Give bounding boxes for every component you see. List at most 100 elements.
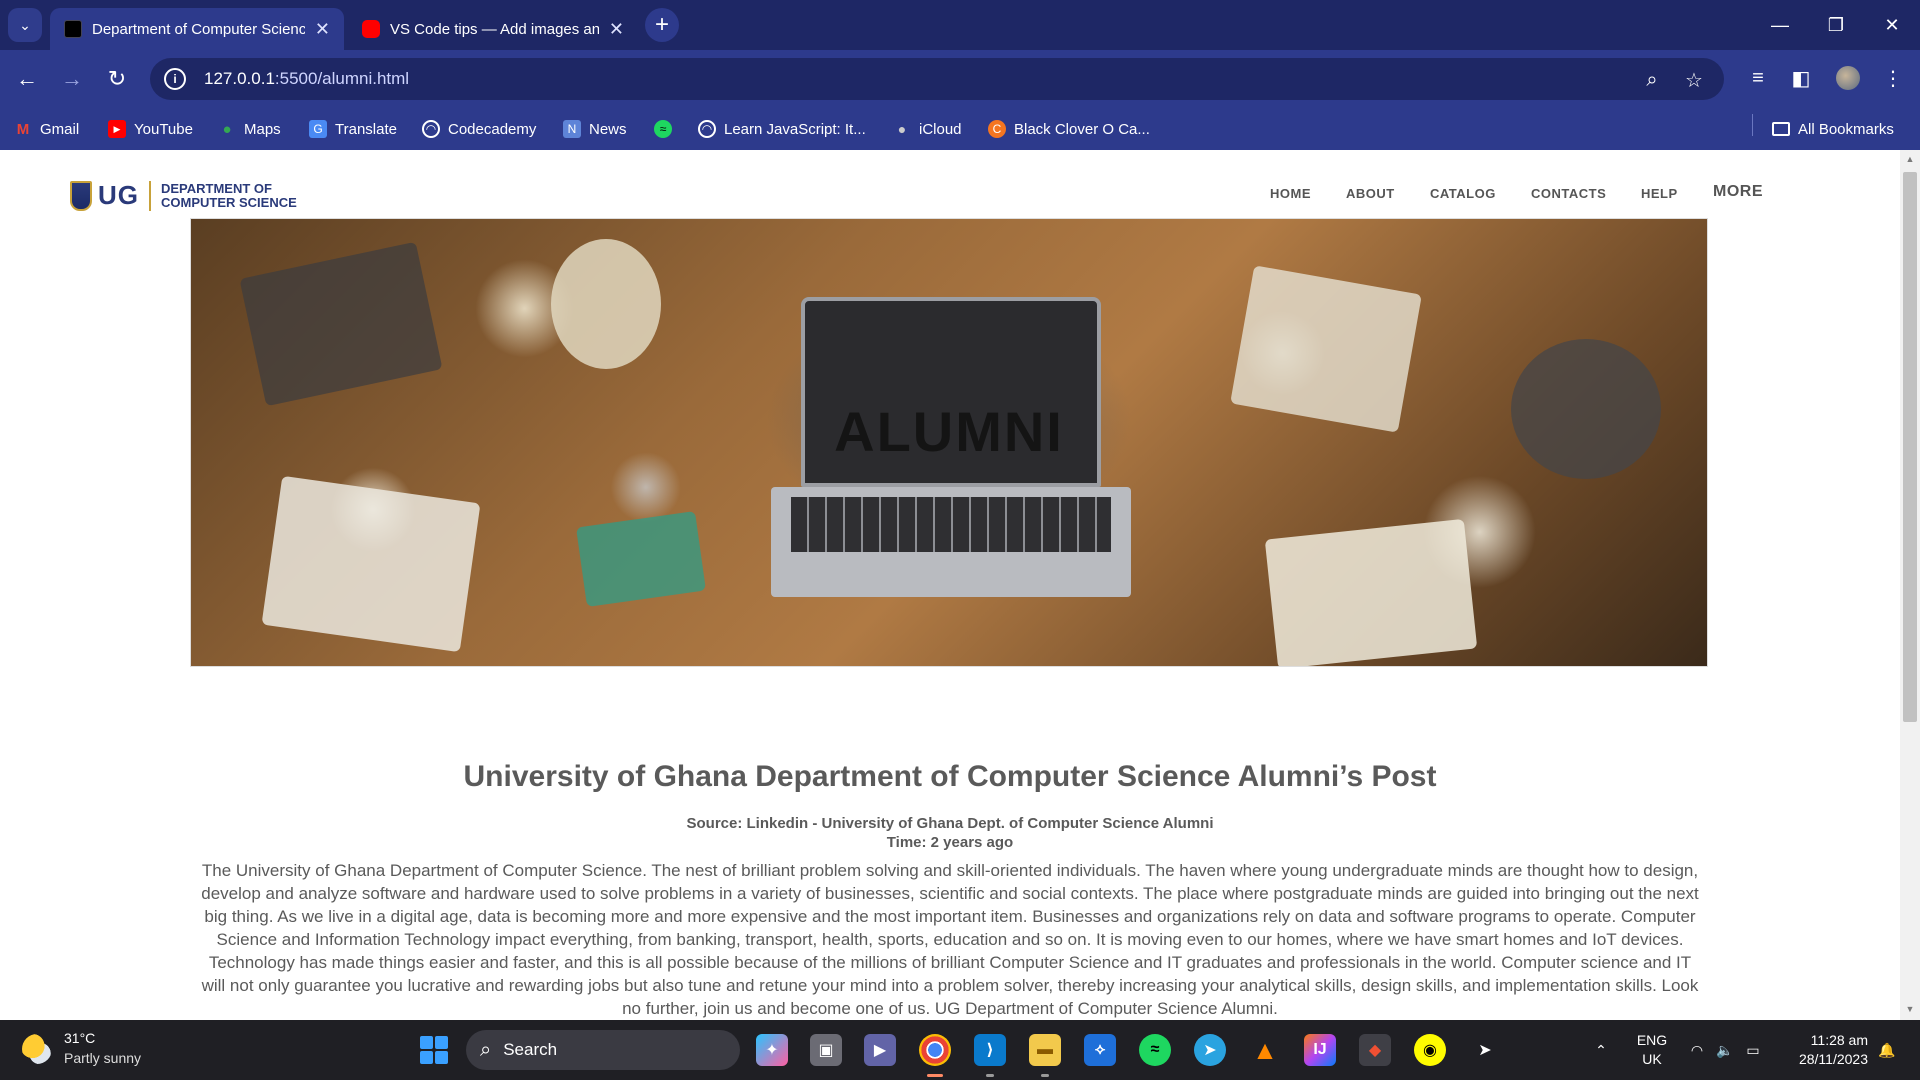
hero-lamp-image: [551, 239, 661, 369]
wifi-icon[interactable]: ◠: [1684, 1020, 1710, 1080]
web-page: UG DEPARTMENT OF COMPUTER SCIENCE HOME A…: [0, 150, 1900, 1020]
bookmarks-divider: [1752, 114, 1753, 136]
nav-home[interactable]: HOME: [1270, 186, 1311, 201]
nav-about[interactable]: ABOUT: [1346, 186, 1395, 201]
bookmark-youtube[interactable]: ▶ YouTube: [108, 118, 193, 140]
notification-bell-icon[interactable]: 🔔: [1874, 1020, 1900, 1080]
address-bar[interactable]: i 127.0.0.1:5500/alumni.html ⌕ ☆: [150, 58, 1724, 100]
nav-help[interactable]: HELP: [1641, 186, 1678, 201]
logo-divider: [149, 180, 151, 211]
browser-toolbar: ← → ↻ i 127.0.0.1:5500/alumni.html ⌕ ☆: [0, 50, 1920, 108]
zoom-icon[interactable]: ⌕: [1638, 66, 1666, 94]
tab-vscode-tips[interactable]: VS Code tips — Add images and... ✕: [348, 8, 638, 50]
site-logo[interactable]: UG DEPARTMENT OF COMPUTER SCIENCE: [70, 180, 297, 211]
restore-icon[interactable]: ❐: [1808, 0, 1864, 50]
back-icon[interactable]: ←: [10, 62, 44, 96]
tab-department[interactable]: Department of Computer Science ✕: [50, 8, 344, 50]
teams-icon[interactable]: ▶: [864, 1034, 896, 1066]
search-icon: ⌕: [480, 1038, 492, 1061]
gmail-icon: M: [16, 120, 30, 138]
telegram-icon[interactable]: ➤: [1194, 1034, 1226, 1066]
intellij-icon[interactable]: IJ: [1304, 1034, 1336, 1066]
bookmark-label: Maps: [244, 120, 281, 138]
all-bookmarks[interactable]: All Bookmarks: [1772, 118, 1894, 140]
bookmark-learn-javascript[interactable]: ◠ Learn JavaScript: It...: [698, 118, 866, 140]
bookmark-maps[interactable]: ● Maps: [218, 118, 281, 140]
profile-avatar[interactable]: [1836, 66, 1860, 90]
file-explorer-icon[interactable]: ▬: [1029, 1034, 1061, 1066]
windows-start-icon[interactable]: [420, 1036, 448, 1064]
hero-notebook-image: [576, 511, 706, 607]
all-bookmarks-label: All Bookmarks: [1798, 120, 1894, 138]
bookmark-label: News: [589, 120, 627, 138]
tray-overflow-icon[interactable]: ⌃: [1586, 1020, 1616, 1080]
close-window-icon[interactable]: ✕: [1864, 0, 1920, 50]
scroll-up-icon[interactable]: ▲: [1904, 154, 1916, 164]
minimize-icon[interactable]: —: [1752, 0, 1808, 50]
taskbar-search[interactable]: ⌕ Search: [466, 1030, 740, 1070]
bookmark-icloud[interactable]: ● iCloud: [893, 118, 962, 140]
forward-icon[interactable]: →: [55, 62, 89, 96]
site-info-icon[interactable]: i: [164, 68, 186, 90]
hero-book-image: [239, 241, 443, 407]
url-host: 127.0.0.1: [204, 69, 275, 88]
git-tool-icon[interactable]: ◆: [1359, 1034, 1391, 1066]
bookmark-label: Codecademy: [448, 120, 537, 138]
task-view-icon[interactable]: ▣: [810, 1034, 842, 1066]
system-clock[interactable]: 11:28 am 28/11/2023: [1778, 1031, 1868, 1069]
bookmark-label: Translate: [335, 120, 397, 138]
lang-region: UK: [1642, 1051, 1662, 1067]
hero-laptop-keyboard: [791, 497, 1111, 552]
nav-catalog[interactable]: CATALOG: [1430, 186, 1496, 201]
nav-more[interactable]: MORE: [1713, 183, 1763, 201]
bookmark-label: iCloud: [919, 120, 962, 138]
terminal-app-icon[interactable]: ➤: [1469, 1034, 1501, 1066]
spotify-icon: ≈: [654, 120, 672, 138]
bookmark-label: YouTube: [134, 120, 193, 138]
bookmark-translate[interactable]: G Translate: [309, 118, 397, 140]
copilot-icon[interactable]: ✦: [756, 1034, 788, 1066]
logo-line-2: COMPUTER SCIENCE: [161, 194, 297, 210]
close-tab-icon[interactable]: ✕: [315, 19, 330, 40]
bookmark-gmail[interactable]: M Gmail: [14, 118, 79, 140]
spotify-icon[interactable]: ≈: [1139, 1034, 1171, 1066]
chrome-icon[interactable]: [919, 1034, 951, 1066]
side-panel-icon[interactable]: ◧: [1786, 63, 1816, 93]
vscode-icon[interactable]: ⟩: [974, 1034, 1006, 1066]
close-tab-icon[interactable]: ✕: [609, 19, 624, 40]
nav-contacts[interactable]: CONTACTS: [1531, 186, 1606, 201]
post-source: Source: Linkedin - University of Ghana D…: [686, 815, 1214, 832]
vlc-icon[interactable]: ▲: [1249, 1034, 1281, 1066]
tab-search-button[interactable]: ⌄: [8, 8, 42, 42]
post-body: The University of Ghana Department of Co…: [201, 861, 1699, 1018]
hero-banner: ALUMNI: [190, 218, 1708, 667]
reload-icon[interactable]: ↻: [100, 62, 134, 96]
bookmarks-bar: M Gmail ▶ YouTube ● Maps G Translate ◠ C…: [0, 108, 1920, 150]
logo-line-1: DEPARTMENT OF: [161, 180, 272, 196]
weather-icon[interactable]: [22, 1034, 52, 1064]
snapchat-icon[interactable]: ◉: [1414, 1034, 1446, 1066]
weather-temp[interactable]: 31°C: [64, 1030, 95, 1046]
bookmark-black-clover[interactable]: C Black Clover O Ca...: [988, 118, 1150, 140]
news-icon: N: [563, 120, 581, 138]
language-indicator[interactable]: ENG UK: [1632, 1031, 1672, 1069]
menu-icon[interactable]: ⋮: [1878, 63, 1908, 93]
hero-notepad-image: [261, 475, 481, 653]
translate-icon: G: [309, 120, 327, 138]
windows-taskbar: 31°C Partly sunny ⌕ Search ✦ ▣ ▶ ⟩ ▬ ⟡ ≈…: [0, 1020, 1920, 1080]
store-app-icon[interactable]: ⟡: [1084, 1034, 1116, 1066]
volume-icon[interactable]: 🔈: [1712, 1020, 1738, 1080]
battery-icon[interactable]: ▭: [1740, 1020, 1766, 1080]
bookmark-star-icon[interactable]: ☆: [1680, 66, 1708, 94]
scrollbar-thumb[interactable]: [1903, 172, 1917, 722]
new-tab-button[interactable]: +: [645, 8, 679, 42]
bookmark-codecademy[interactable]: ◠ Codecademy: [422, 118, 536, 140]
scroll-down-icon[interactable]: ▼: [1904, 1004, 1916, 1014]
bookmark-news[interactable]: N News: [563, 118, 627, 140]
weather-desc[interactable]: Partly sunny: [64, 1050, 141, 1066]
chrome-active-indicator: [927, 1074, 943, 1077]
url-path: :5500/alumni.html: [274, 69, 410, 88]
media-queue-icon[interactable]: ≡: [1743, 63, 1773, 93]
bookmark-spotify[interactable]: ≈: [654, 118, 672, 140]
youtube-icon: [362, 20, 380, 38]
